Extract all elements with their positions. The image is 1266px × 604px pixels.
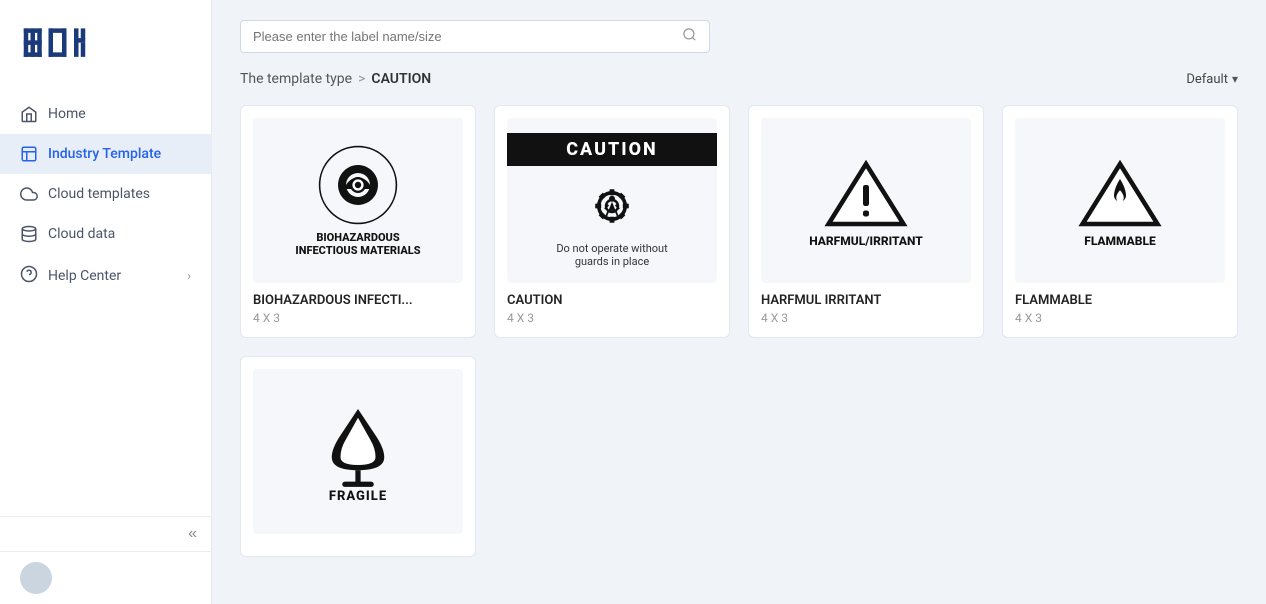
card-size-flammable: 4 X 3 bbox=[1015, 311, 1225, 325]
chevron-down-icon: ▾ bbox=[1232, 72, 1238, 86]
flammable-icon bbox=[1075, 154, 1165, 234]
card-image-biohazard: BIOHAZARDOUS INFECTIOUS MATERIALS bbox=[253, 118, 463, 283]
breadcrumb-base: The template type bbox=[240, 71, 352, 87]
collapse-icon: « bbox=[188, 525, 197, 542]
template-card-harfmul[interactable]: HARFMUL/IRRITANT HARFMUL IRRITANT 4 X 3 bbox=[748, 105, 984, 338]
card-size-harfmul: 4 X 3 bbox=[761, 311, 971, 325]
cloud-icon bbox=[20, 185, 38, 203]
sidebar-item-help-label: Help Center bbox=[48, 268, 121, 284]
sidebar-item-cloud-data[interactable]: Cloud data bbox=[0, 214, 211, 254]
template-card-caution[interactable]: CAUTION bbox=[494, 105, 730, 338]
breadcrumb-current: CAUTION bbox=[371, 71, 431, 87]
help-icon bbox=[20, 265, 38, 287]
caution-header-text: CAUTION bbox=[507, 133, 717, 166]
template-icon bbox=[20, 145, 38, 163]
logo-area bbox=[0, 0, 211, 86]
card-size-caution: 4 X 3 bbox=[507, 311, 717, 325]
main-content: The template type > CAUTION Default ▾ bbox=[212, 0, 1266, 604]
cloud-data-icon bbox=[20, 225, 38, 243]
breadcrumb-separator: > bbox=[358, 71, 365, 87]
user-avatar bbox=[20, 562, 52, 594]
search-icon bbox=[682, 27, 697, 46]
sidebar-item-cloud-templates-label: Cloud templates bbox=[48, 186, 150, 202]
search-bar-container bbox=[240, 20, 710, 53]
warning-irritant-icon bbox=[821, 154, 911, 234]
sidebar-item-cloud-data-label: Cloud data bbox=[48, 226, 115, 242]
template-grid: BIOHAZARDOUS INFECTIOUS MATERIALS BIOHAZ… bbox=[240, 105, 1238, 338]
card-image-fragile: FRAGILE bbox=[253, 369, 463, 534]
caution-icon bbox=[582, 176, 642, 236]
sidebar-item-help[interactable]: Help Center › bbox=[0, 254, 211, 298]
chevron-right-icon: › bbox=[187, 269, 191, 284]
card-title-flammable: FLAMMABLE bbox=[1015, 293, 1225, 308]
template-grid-row2: FRAGILE bbox=[240, 356, 1238, 557]
sidebar-item-home-label: Home bbox=[48, 106, 86, 122]
template-card-fragile[interactable]: FRAGILE bbox=[240, 356, 476, 557]
home-icon bbox=[20, 105, 38, 123]
sidebar-item-home[interactable]: Home bbox=[0, 94, 211, 134]
card-image-caution: CAUTION bbox=[507, 118, 717, 283]
card-image-harfmul: HARFMUL/IRRITANT bbox=[761, 118, 971, 283]
sidebar-item-cloud-templates[interactable]: Cloud templates bbox=[0, 174, 211, 214]
card-title-harfmul: HARFMUL IRRITANT bbox=[761, 293, 971, 308]
app-logo bbox=[20, 18, 110, 68]
fragile-icon bbox=[323, 399, 393, 489]
sidebar-collapse-button[interactable]: « bbox=[188, 525, 197, 543]
template-card-biohazard[interactable]: BIOHAZARDOUS INFECTIOUS MATERIALS BIOHAZ… bbox=[240, 105, 476, 338]
breadcrumb-row: The template type > CAUTION Default ▾ bbox=[240, 71, 1238, 87]
sidebar: Home Industry Template Cloud templates bbox=[0, 0, 212, 604]
sort-label: Default bbox=[1186, 72, 1228, 87]
breadcrumb: The template type > CAUTION bbox=[240, 71, 431, 87]
sidebar-item-industry-template[interactable]: Industry Template bbox=[0, 134, 211, 174]
search-bar-wrapper bbox=[240, 20, 1238, 53]
card-title-caution: CAUTION bbox=[507, 293, 717, 308]
card-image-flammable: FLAMMABLE bbox=[1015, 118, 1225, 283]
card-title-biohazard: BIOHAZARDOUS INFECTI... bbox=[253, 293, 463, 308]
caution-subtext: Do not operate withoutguards in place bbox=[556, 242, 667, 268]
card-size-biohazard: 4 X 3 bbox=[253, 311, 463, 325]
search-input[interactable] bbox=[253, 29, 674, 44]
sidebar-navigation: Home Industry Template Cloud templates bbox=[0, 86, 211, 516]
sidebar-item-industry-template-label: Industry Template bbox=[48, 146, 161, 162]
sort-dropdown[interactable]: Default ▾ bbox=[1186, 72, 1238, 87]
biohazard-icon bbox=[318, 145, 398, 225]
template-card-flammable[interactable]: FLAMMABLE FLAMMABLE 4 X 3 bbox=[1002, 105, 1238, 338]
